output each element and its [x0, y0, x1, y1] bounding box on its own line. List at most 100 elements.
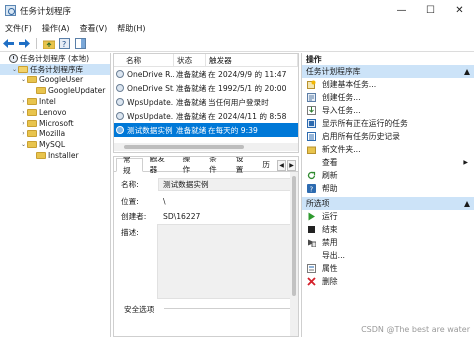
tab-actions[interactable]: 操作	[176, 157, 203, 174]
action-item[interactable]: 删除	[302, 275, 474, 288]
tree-item[interactable]: › Lenovo	[0, 107, 110, 118]
tab-history[interactable]: 历	[255, 157, 277, 171]
column-trigger[interactable]: 触发器	[206, 54, 298, 67]
forward-icon[interactable]	[18, 37, 31, 50]
menu-bar: 文件(F) 操作(A) 查看(V) 帮助(H)	[0, 21, 474, 36]
action-item[interactable]: 导出...	[302, 249, 474, 262]
action-item[interactable]: 结束	[302, 223, 474, 236]
action-item[interactable]: 创建基本任务...	[302, 78, 474, 91]
maximize-button[interactable]: ☐	[416, 0, 445, 21]
action-label: 删除	[322, 277, 338, 286]
folder-icon	[27, 130, 37, 138]
security-options-label: 安全选项	[124, 305, 155, 314]
task-list-scrollbar[interactable]	[114, 143, 298, 151]
action-label: 启用所有任务历史记录	[322, 132, 400, 141]
menu-view[interactable]: 查看(V)	[75, 23, 113, 34]
task-details-panel: 常规 触发器 操作 条件 设置 历 ◀ ▶ 名称: 测试数据实例 位置: \ 创…	[113, 156, 299, 337]
run-icon	[307, 212, 316, 221]
folder-icon	[27, 76, 37, 84]
end-icon	[307, 225, 316, 234]
tree-item[interactable]: › Microsoft	[0, 118, 110, 129]
show-pane-icon[interactable]	[74, 37, 87, 50]
menu-file[interactable]: 文件(F)	[0, 23, 37, 34]
column-name[interactable]: 名称	[114, 54, 174, 67]
toolbar-divider	[36, 38, 37, 49]
tab-general[interactable]: 常规	[116, 157, 143, 175]
task-icon	[116, 112, 124, 120]
action-item[interactable]: 新文件夹...	[302, 143, 474, 156]
tree-item[interactable]: ⌄ MySQL	[0, 139, 110, 150]
tab-conditions[interactable]: 条件	[202, 157, 229, 174]
tab-scroll-right-icon[interactable]: ▶	[287, 160, 297, 171]
task-icon	[116, 84, 124, 92]
author-value: SD\16227	[163, 212, 201, 221]
task-trigger: 在每天的 9:39	[208, 125, 258, 135]
history-icon	[307, 132, 316, 141]
action-item[interactable]: ? 帮助	[302, 182, 474, 195]
folder-icon	[27, 119, 37, 127]
action-item[interactable]: 禁用	[302, 236, 474, 249]
collapse-chevron-icon[interactable]: ›	[20, 120, 27, 127]
name-field[interactable]: 测试数据实例	[158, 178, 294, 191]
task-row[interactable]: WpsUpdate... 准备就绪 当任何用户登录时	[114, 95, 298, 109]
task-row[interactable]: OneDrive R... 准备就绪在 2024/9/9 的 11:47	[114, 67, 298, 81]
collapse-chevron-icon[interactable]: ›	[20, 130, 27, 137]
task-row[interactable]: OneDrive St...准备就绪在 1992/5/1 的 20:00	[114, 81, 298, 95]
action-item[interactable]: 查看 ▶	[302, 156, 474, 169]
tree-item[interactable]: GoogleUpdater	[0, 85, 110, 96]
expand-chevron-icon[interactable]: ⌄	[11, 66, 18, 73]
folder-up-icon[interactable]	[42, 37, 55, 50]
collapse-up-icon[interactable]: ▲	[464, 199, 470, 208]
tree-item[interactable]: › Intel	[0, 96, 110, 107]
actions-header: 操作	[306, 54, 322, 64]
tree-item[interactable]: ⌄ 任务计划程序库	[0, 63, 110, 75]
scheduler-icon	[9, 53, 18, 63]
action-item[interactable]: 显示所有正在运行的任务	[302, 117, 474, 130]
import-icon	[307, 106, 316, 115]
help-panel-icon[interactable]: ?	[58, 37, 71, 50]
library-section-header[interactable]: 任务计划程序库 ▲	[302, 65, 474, 78]
close-button[interactable]: ✕	[445, 0, 474, 21]
selected-item-section-header[interactable]: 所选项 ▲	[302, 197, 474, 210]
details-scrollbar[interactable]	[290, 172, 298, 336]
tab-triggers[interactable]: 触发器	[143, 157, 176, 174]
action-item[interactable]: 运行	[302, 210, 474, 223]
column-status[interactable]: 状态	[174, 54, 206, 67]
task-status: 准备就绪	[176, 97, 206, 107]
menu-action[interactable]: 操作(A)	[37, 23, 75, 34]
menu-help[interactable]: 帮助(H)	[112, 23, 150, 34]
watermark: CSDN @The best are water	[361, 325, 470, 334]
task-row[interactable]: WpsUpdate... 准备就绪在 2024/4/11 的 8:58	[114, 109, 298, 123]
action-label: 导出...	[322, 251, 346, 260]
action-label: 刷新	[322, 171, 338, 180]
action-label: 禁用	[322, 238, 338, 247]
tree-item-label: GoogleUpdater	[48, 86, 106, 96]
action-item[interactable]: 创建任务...	[302, 91, 474, 104]
collapse-chevron-icon[interactable]: ›	[20, 98, 27, 105]
expand-chevron-icon[interactable]: ⌄	[20, 76, 27, 83]
action-item[interactable]: 刷新	[302, 169, 474, 182]
action-item[interactable]: 导入任务...	[302, 104, 474, 117]
collapse-chevron-icon[interactable]: ›	[20, 109, 27, 116]
collapse-up-icon[interactable]: ▲	[464, 67, 470, 76]
description-field[interactable]	[157, 224, 293, 299]
task-trigger: 在 2024/9/9 的 11:47	[208, 69, 287, 79]
tree-item[interactable]: ⌄ GoogleUser	[0, 75, 110, 86]
action-label: 查看	[322, 158, 338, 167]
minimize-button[interactable]: —	[387, 0, 416, 21]
tree-item[interactable]: Installer	[0, 150, 110, 161]
task-row[interactable]: 测试数据实例 准备就绪 在每天的 9:39	[114, 123, 298, 137]
tree-item[interactable]: 任务计划程序 (本地)	[0, 53, 110, 64]
tab-settings[interactable]: 设置	[229, 157, 256, 174]
action-label: 结束	[322, 225, 338, 234]
action-item[interactable]: 启用所有任务历史记录	[302, 130, 474, 143]
action-label: 新文件夹...	[322, 145, 361, 154]
security-divider	[164, 308, 292, 309]
tab-scroll-left-icon[interactable]: ◀	[277, 160, 287, 171]
task-scheduler-icon	[5, 5, 16, 16]
expand-chevron-icon[interactable]: ⌄	[20, 141, 27, 148]
tree-item[interactable]: › Mozilla	[0, 129, 110, 140]
action-item[interactable]: 属性	[302, 262, 474, 275]
tree-item-label: MySQL	[39, 140, 66, 150]
back-icon[interactable]	[2, 37, 15, 50]
